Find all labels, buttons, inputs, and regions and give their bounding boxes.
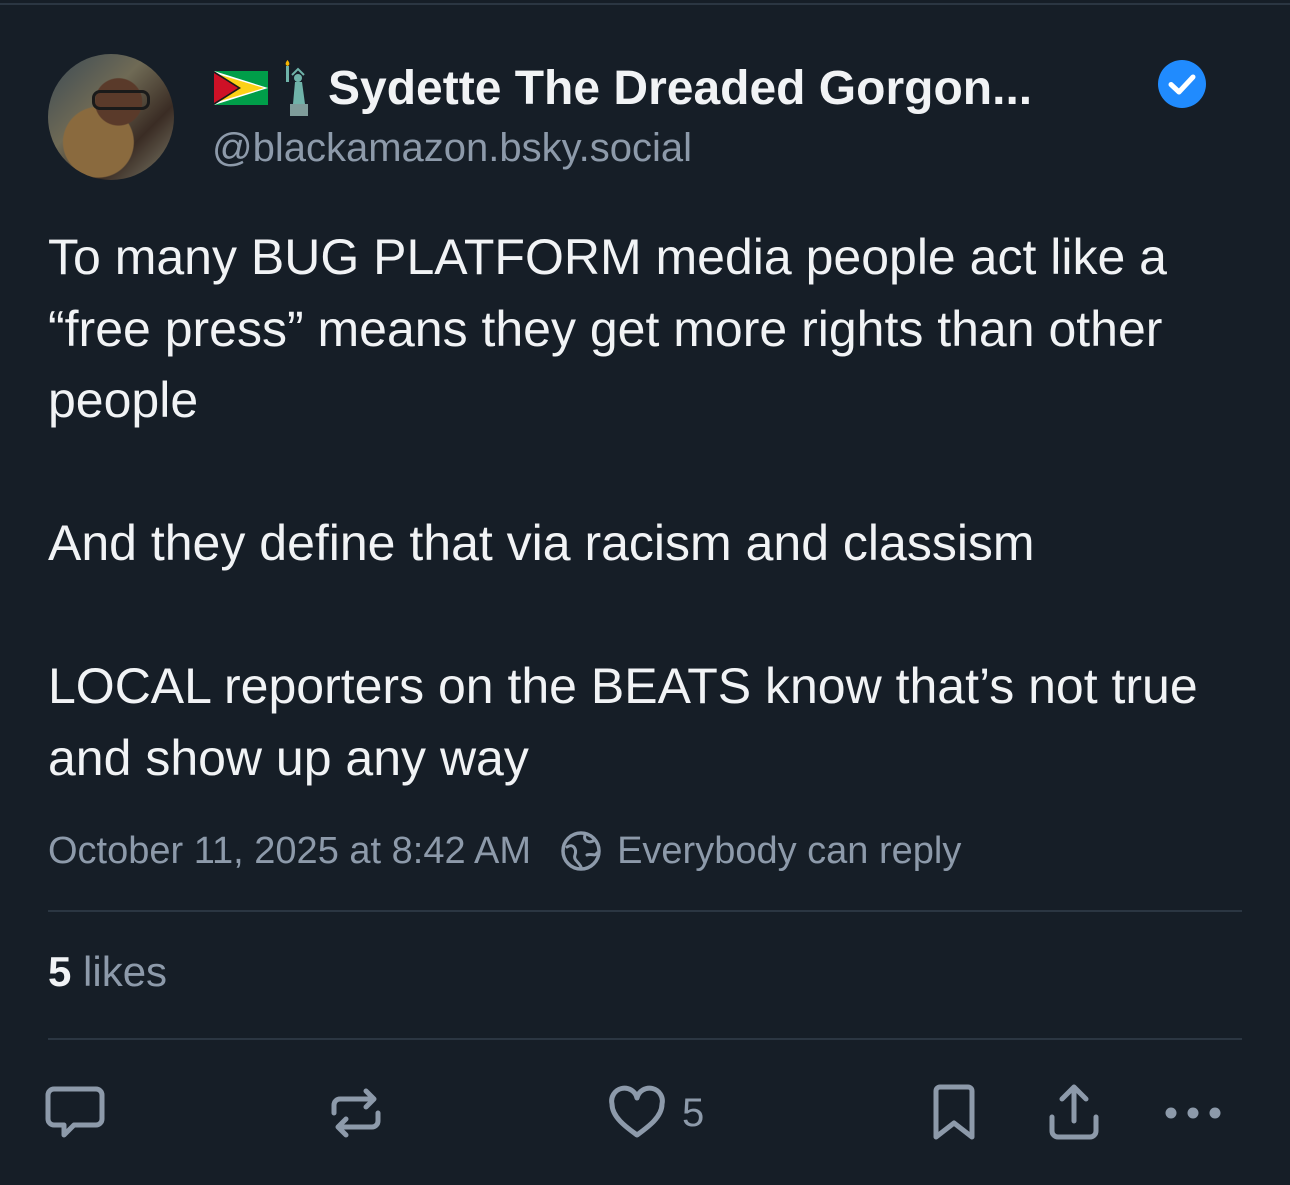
likes-stat[interactable]: 5 likes [48, 948, 167, 996]
top-divider [0, 3, 1290, 5]
repost-button[interactable] [326, 1080, 386, 1146]
author-name-row[interactable]: Sydette The Dreaded Gorgon... [214, 58, 1032, 118]
share-icon [1049, 1084, 1099, 1140]
post-paragraph: And they define that via racism and clas… [48, 515, 1035, 571]
like-count: 5 [682, 1090, 705, 1135]
post-paragraph: To many BUG PLATFORM media people act li… [48, 229, 1167, 428]
reply-setting[interactable]: Everybody can reply [617, 830, 961, 873]
share-button[interactable] [1044, 1080, 1104, 1146]
likes-count: 5 [48, 948, 72, 995]
guyana-flag-icon [214, 71, 268, 105]
like-button[interactable]: 5 [606, 1080, 704, 1146]
bookmark-button[interactable] [928, 1080, 980, 1146]
more-icon [1165, 1107, 1221, 1119]
post-meta: October 11, 2025 at 8:42 AM Everybody ca… [48, 824, 961, 878]
author-display-name[interactable]: Sydette The Dreaded Gorgon... [328, 61, 1032, 116]
divider [48, 1038, 1242, 1040]
post-paragraph: LOCAL reporters on the BEATS know that’s… [48, 658, 1198, 786]
reply-button[interactable] [44, 1080, 106, 1146]
avatar-glasses [92, 90, 150, 110]
post-body: To many BUG PLATFORM media people act li… [48, 222, 1248, 794]
repost-icon [331, 1088, 381, 1138]
bookmark-icon [933, 1084, 975, 1140]
more-options-button[interactable] [1160, 1080, 1226, 1146]
divider [48, 910, 1242, 912]
globe-icon [559, 829, 603, 873]
heart-icon [609, 1085, 665, 1138]
verified-badge-icon[interactable] [1158, 60, 1206, 108]
statue-of-liberty-icon [278, 60, 318, 116]
post-timestamp[interactable]: October 11, 2025 at 8:42 AM [48, 830, 531, 873]
likes-label: likes [71, 948, 168, 995]
author-handle[interactable]: @blackamazon.bsky.social [212, 126, 692, 171]
avatar[interactable] [48, 54, 174, 180]
speech-bubble-icon [45, 1086, 105, 1138]
